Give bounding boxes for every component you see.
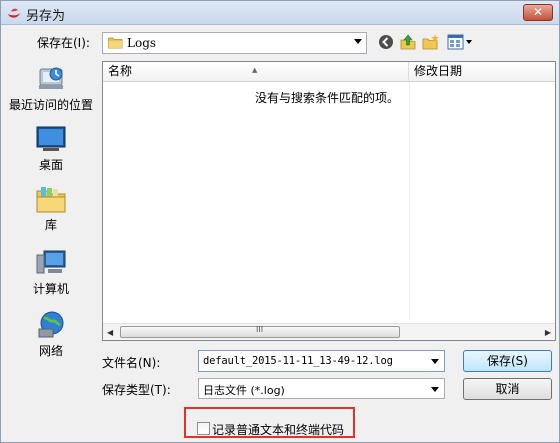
- save-button[interactable]: 保存(S): [463, 350, 552, 372]
- column-header-date[interactable]: 修改日期: [409, 62, 555, 82]
- places-bar: 最近访问的位置 桌面 库 计算机 网络: [1, 59, 101, 359]
- column-header-label: 修改日期: [414, 64, 463, 78]
- location-dropdown[interactable]: Logs: [102, 32, 367, 54]
- place-network[interactable]: 网络: [1, 309, 101, 359]
- place-computer[interactable]: 计算机: [1, 247, 101, 297]
- chevron-down-icon[interactable]: [431, 359, 439, 364]
- filetype-label: 保存类型(T):: [102, 383, 171, 397]
- chevron-down-icon: [354, 39, 362, 44]
- app-icon: [8, 8, 20, 18]
- back-icon[interactable]: [377, 33, 395, 51]
- scroll-left-icon[interactable]: ◀: [107, 328, 113, 337]
- filename-value: default_2015-11-11_13-49-12.log: [203, 355, 393, 367]
- save-as-dialog: 另存为 ✕ 保存在(I): Logs 最近访问的位置 桌面 库 计算机 网络 名…: [0, 0, 560, 443]
- horizontal-scrollbar[interactable]: ◀ III ▶: [103, 323, 555, 340]
- file-list[interactable]: 名称 ▲ 修改日期 没有与搜索条件匹配的项。 ◀ III ▶: [102, 61, 556, 341]
- scrollbar-thumb[interactable]: III: [120, 325, 400, 338]
- place-label: 计算机: [32, 282, 69, 296]
- desktop-icon: [36, 126, 66, 151]
- column-header-label: 名称: [108, 64, 133, 78]
- filename-input[interactable]: default_2015-11-11_13-49-12.log: [198, 350, 445, 372]
- filename-label: 文件名(N):: [102, 356, 161, 370]
- empty-message: 没有与搜索条件匹配的项。: [255, 91, 400, 105]
- title-bar: 另存为 ✕: [1, 1, 559, 25]
- filetype-value: 日志文件 (*.log): [203, 384, 285, 397]
- place-libraries[interactable]: 库: [1, 183, 101, 233]
- window-title: 另存为: [26, 9, 66, 24]
- place-label: 桌面: [38, 158, 63, 172]
- computer-icon: [36, 250, 66, 274]
- place-label: 最近访问的位置: [8, 98, 93, 112]
- network-icon: [38, 311, 64, 338]
- scroll-right-icon[interactable]: ▶: [545, 328, 551, 337]
- cancel-button[interactable]: 取消: [463, 378, 552, 400]
- view-menu-icon[interactable]: [447, 33, 473, 51]
- new-folder-icon[interactable]: [422, 33, 440, 51]
- libraries-icon: [36, 187, 66, 213]
- recent-places-icon: [39, 67, 63, 89]
- up-folder-icon[interactable]: [399, 33, 417, 51]
- place-desktop[interactable]: 桌面: [1, 123, 101, 173]
- grip-icon: III: [256, 325, 264, 334]
- chevron-down-icon: [431, 387, 439, 392]
- close-button[interactable]: ✕: [523, 4, 553, 21]
- column-header-name[interactable]: 名称 ▲: [103, 62, 409, 82]
- place-label: 库: [44, 218, 57, 232]
- folder-icon: [108, 37, 123, 49]
- place-recent[interactable]: 最近访问的位置: [1, 63, 101, 113]
- location-value: Logs: [127, 36, 157, 50]
- save-in-label: 保存在(I):: [37, 36, 90, 50]
- column-divider: [409, 82, 410, 320]
- log-terminal-codes-checkbox[interactable]: [197, 422, 210, 435]
- place-label: 网络: [38, 344, 63, 358]
- sort-up-icon: ▲: [252, 66, 258, 74]
- filetype-dropdown[interactable]: 日志文件 (*.log): [198, 378, 445, 399]
- checkbox-label: 记录普通文本和终端代码: [212, 423, 345, 437]
